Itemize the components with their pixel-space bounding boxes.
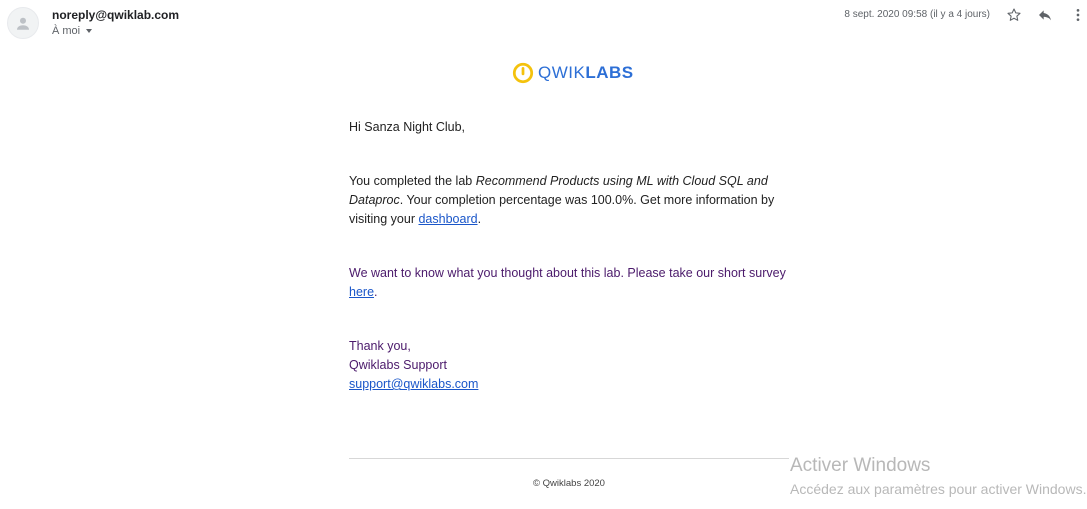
reply-icon [1039, 10, 1051, 21]
logo-wordmark: QWIKLABS [538, 63, 634, 82]
more-vert-icon [1076, 9, 1080, 21]
sign-thanks: Thank you, [349, 339, 411, 353]
sign-team: Qwiklabs Support [349, 358, 447, 372]
recipient-toggle[interactable]: À moi [52, 25, 93, 37]
message-date: 8 sept. 2020 09:58 (il y a 4 jours) [844, 9, 990, 20]
greeting: Hi Sanza Night Club, [349, 120, 466, 134]
qwiklabs-logo-icon [512, 62, 534, 84]
star-icon [1007, 8, 1021, 21]
footer-divider [349, 458, 789, 459]
copyright: © Qwiklabs 2020 [533, 478, 605, 489]
activation-watermark-subtitle: Accédez aux paramètres pour activer Wind… [790, 481, 1087, 497]
qwiklabs-logo: QWIKLABS [512, 62, 634, 84]
caret-down-icon [86, 29, 93, 33]
survey-link[interactable]: here [349, 285, 374, 299]
star-button[interactable] [1004, 5, 1024, 25]
sender-avatar[interactable] [7, 7, 39, 39]
support-email-link[interactable]: support@qwiklabs.com [349, 377, 478, 391]
recipient-label: À moi [52, 25, 81, 37]
signature: Thank you, Qwiklabs Support support@qwik… [349, 337, 478, 394]
activation-watermark-title: Activer Windows [790, 455, 931, 476]
completion-paragraph: You completed the lab Recommend Products… [349, 174, 775, 226]
survey-paragraph: We want to know what you thought about t… [349, 266, 786, 299]
more-options-button[interactable] [1068, 5, 1087, 25]
dashboard-link[interactable]: dashboard [418, 212, 477, 226]
avatar-icon [17, 17, 29, 30]
sender-address[interactable]: noreply@qwiklab.com [52, 8, 179, 22]
reply-button[interactable] [1035, 5, 1055, 25]
